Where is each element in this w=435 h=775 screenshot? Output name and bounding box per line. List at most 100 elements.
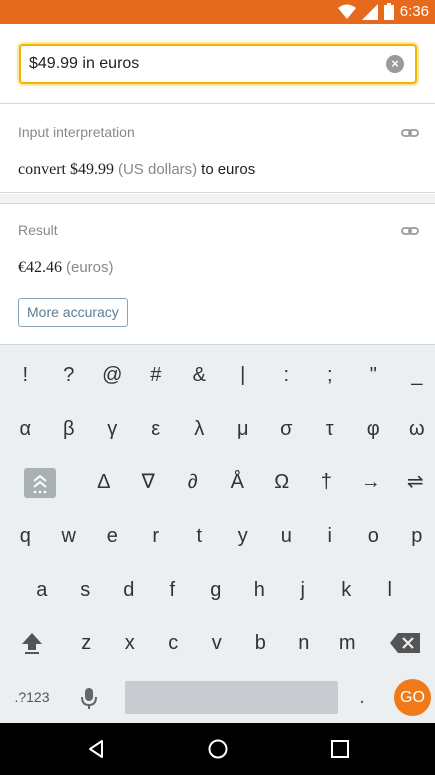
key[interactable]: h	[238, 564, 282, 616]
home-icon[interactable]	[188, 723, 248, 775]
key[interactable]: t	[178, 510, 222, 562]
signal-icon	[361, 3, 378, 20]
key[interactable]: e	[91, 510, 135, 562]
from-unit: (US dollars)	[117, 161, 198, 178]
key[interactable]: _	[395, 349, 435, 401]
amount: $49.99	[69, 161, 114, 178]
key[interactable]: λ	[178, 403, 222, 455]
keyboard-row-math: Δ ∇ ∂ Å Ω † → ⇌	[0, 456, 435, 508]
convert-word: convert	[18, 161, 66, 178]
keyboard-row-symbols: !? @ # & |:; " _	[0, 349, 435, 401]
result-unit: (euros)	[66, 259, 114, 276]
key[interactable]: →	[349, 456, 393, 508]
key[interactable]: o	[352, 510, 396, 562]
key[interactable]: p	[395, 510, 435, 562]
status-time: 6:36	[399, 3, 429, 20]
more-accuracy-button[interactable]: More accuracy	[18, 298, 128, 327]
keyboard-row-greek: αβγελμστφω	[0, 403, 435, 455]
key[interactable]: s	[64, 564, 108, 616]
key[interactable]: b	[239, 617, 283, 669]
shift-icon[interactable]	[14, 629, 50, 657]
key[interactable]: ∇	[127, 456, 171, 508]
search-input-value: $49.99 in euros	[29, 55, 140, 72]
key[interactable]: #	[134, 349, 178, 401]
recents-icon[interactable]	[310, 723, 370, 775]
result-value: €42.46	[18, 259, 62, 276]
keyboard: !? @ # & |:; " _ αβγελμστφω Δ ∇ ∂ Å Ω † → ⇌ qwertyuio…	[0, 344, 435, 723]
key[interactable]: μ	[221, 403, 265, 455]
key[interactable]: @	[91, 349, 135, 401]
key[interactable]: w	[47, 510, 91, 562]
key[interactable]: φ	[352, 403, 396, 455]
input-interpretation-pod: Input interpretation convert $49.99 (US …	[0, 105, 435, 193]
key[interactable]: m	[326, 617, 370, 669]
pod-divider	[0, 194, 435, 204]
key[interactable]: g	[194, 564, 238, 616]
key[interactable]: α	[4, 403, 48, 455]
wifi-icon	[337, 4, 356, 19]
keyboard-row-qwerty: qwertyuiop	[0, 510, 435, 562]
link-icon[interactable]	[401, 222, 419, 240]
key[interactable]: ;	[308, 349, 352, 401]
keyboard-row-asdf: asdfghjkl	[0, 564, 435, 616]
key[interactable]: i	[308, 510, 352, 562]
key[interactable]: l	[368, 564, 412, 616]
key[interactable]: a	[20, 564, 64, 616]
key[interactable]: z	[65, 617, 109, 669]
back-icon[interactable]	[66, 723, 126, 775]
key[interactable]: u	[265, 510, 309, 562]
key[interactable]: σ	[265, 403, 309, 455]
key[interactable]: Ω	[260, 456, 304, 508]
clear-icon[interactable]: ×	[386, 55, 404, 73]
pod-title: Result	[18, 222, 58, 238]
backspace-icon[interactable]	[388, 629, 424, 657]
period-key[interactable]: .	[340, 671, 384, 723]
key[interactable]: τ	[308, 403, 352, 455]
key[interactable]: q	[4, 510, 48, 562]
key[interactable]: Δ	[82, 456, 126, 508]
key[interactable]: ?	[47, 349, 91, 401]
link-icon[interactable]	[401, 124, 419, 142]
interpretation-text: convert $49.99 (US dollars) to euros	[18, 161, 255, 179]
key[interactable]: d	[107, 564, 151, 616]
key[interactable]: γ	[91, 403, 135, 455]
key[interactable]: ε	[134, 403, 178, 455]
keyboard-row-bottom: .?123 . GO	[0, 671, 435, 723]
navigation-bar	[0, 723, 435, 775]
key[interactable]: f	[151, 564, 195, 616]
symbols-key[interactable]: .?123	[10, 671, 54, 723]
key[interactable]: y	[221, 510, 265, 562]
search-input[interactable]: $49.99 in euros ×	[19, 44, 417, 84]
key[interactable]: c	[152, 617, 196, 669]
key[interactable]: n	[282, 617, 326, 669]
space-bar[interactable]	[125, 681, 338, 714]
pod-title: Input interpretation	[18, 124, 135, 140]
to-word: to	[201, 161, 214, 178]
key[interactable]: β	[47, 403, 91, 455]
result-text: €42.46 (euros)	[18, 259, 114, 277]
status-bar: 6:36	[0, 0, 435, 24]
go-button[interactable]: GO	[394, 679, 431, 716]
key[interactable]: x	[108, 617, 152, 669]
to-unit: euros	[217, 161, 256, 178]
key[interactable]: !	[4, 349, 48, 401]
key[interactable]: "	[352, 349, 396, 401]
key[interactable]: k	[325, 564, 369, 616]
key[interactable]: †	[305, 456, 349, 508]
keyboard-toggle-icon[interactable]	[24, 468, 56, 498]
search-area: $49.99 in euros ×	[0, 24, 435, 104]
microphone-icon[interactable]	[76, 685, 102, 711]
key[interactable]: v	[195, 617, 239, 669]
result-pod: Result €42.46 (euros) More accuracy	[0, 205, 435, 343]
key[interactable]: |	[221, 349, 265, 401]
key[interactable]: Å	[216, 456, 260, 508]
key[interactable]: :	[265, 349, 309, 401]
battery-icon	[383, 3, 394, 20]
keyboard-row-zxcv: zxcvbnm	[0, 617, 435, 669]
key[interactable]: j	[281, 564, 325, 616]
key[interactable]: &	[178, 349, 222, 401]
key[interactable]: r	[134, 510, 178, 562]
key[interactable]: ∂	[171, 456, 215, 508]
key[interactable]: ⇌	[394, 456, 435, 508]
key[interactable]: ω	[395, 403, 435, 455]
